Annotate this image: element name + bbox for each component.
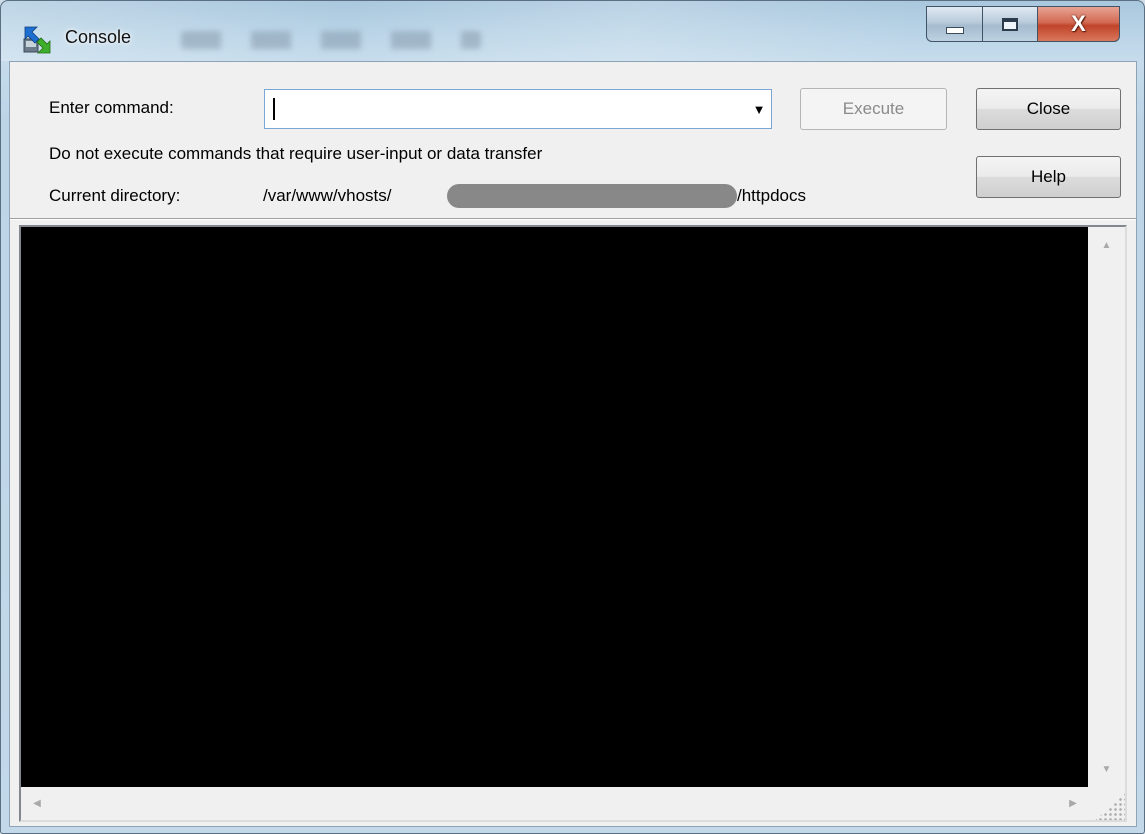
directory-path-suffix: /httpdocs [737,186,806,205]
dropdown-arrow-icon[interactable]: ▼ [747,90,771,128]
close-icon: X [1071,11,1086,36]
execute-button[interactable]: Execute [800,88,947,130]
command-label: Enter command: [49,98,174,117]
redacted-domain [447,184,737,208]
maximize-icon [1002,17,1018,31]
current-directory-label: Current directory: [49,186,181,205]
separator-line [10,218,1136,220]
terminal-output[interactable] [21,227,1088,787]
client-area: Enter command: ▼ Execute Close Help Do n… [9,61,1137,827]
close-window-button[interactable]: X [1038,6,1120,42]
minimize-icon [945,26,964,34]
minimize-button[interactable] [926,6,982,42]
console-app-icon [23,26,51,54]
directory-path-prefix: /var/www/vhosts/ [263,186,392,205]
help-button[interactable]: Help [976,156,1121,198]
scroll-left-icon[interactable]: ◀ [25,791,49,815]
text-caret [273,98,275,120]
terminal-panel: ▲ ▼ ◀ ▶ [19,225,1127,822]
scroll-up-icon[interactable]: ▲ [1088,233,1125,257]
title-bar[interactable]: Console X [1,1,1144,61]
resize-grip-icon[interactable] [1095,793,1125,820]
horizontal-scrollbar[interactable]: ◀ ▶ [21,787,1088,820]
warning-text: Do not execute commands that require use… [49,144,543,163]
scroll-right-icon[interactable]: ▶ [1061,791,1085,815]
obscured-title-menu [181,31,481,49]
close-button[interactable]: Close [976,88,1121,130]
scroll-down-icon[interactable]: ▼ [1088,757,1125,781]
console-window: Console X Enter command: ▼ Execute Close… [0,0,1145,834]
caption-buttons: X [926,6,1120,42]
vertical-scrollbar[interactable]: ▲ ▼ [1088,227,1125,787]
maximize-button[interactable] [982,6,1038,42]
command-combobox[interactable]: ▼ [264,89,772,129]
window-title: Console [65,27,132,47]
command-input[interactable] [271,93,747,125]
